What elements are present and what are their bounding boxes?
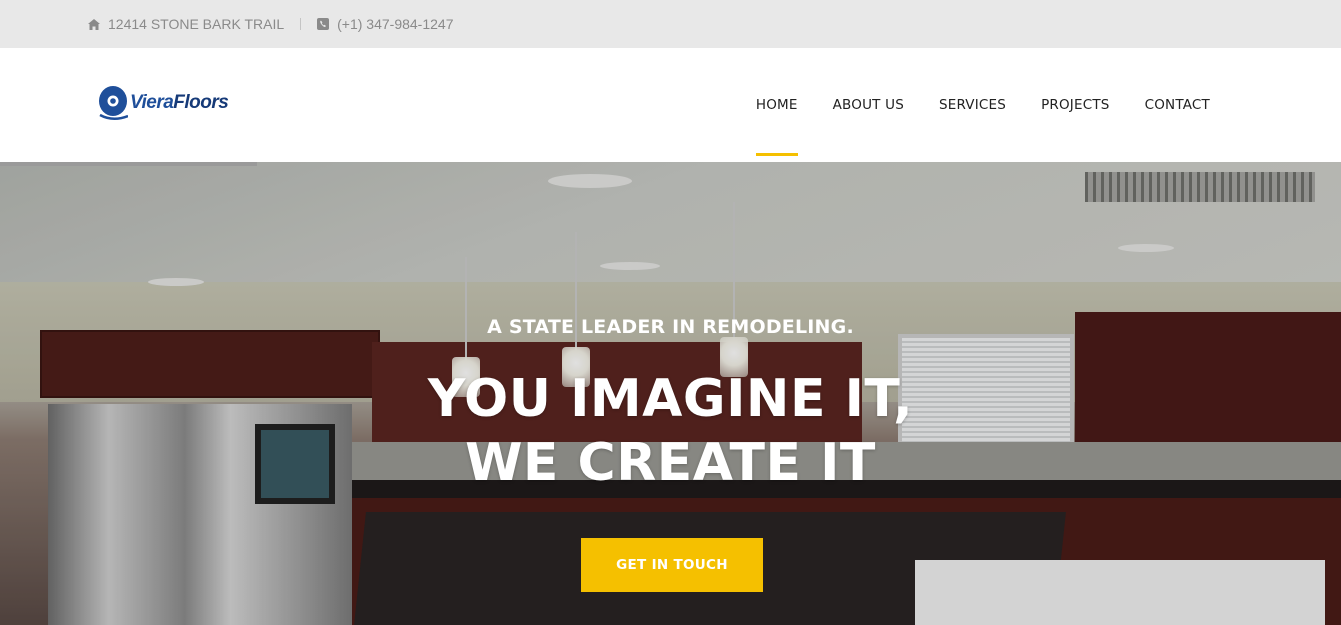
phone-item[interactable]: (+1) 347-984-1247: [317, 16, 454, 32]
hero-headline-line2: WE CREATE IT: [465, 433, 876, 493]
site-header: VieraFloors HOME ABOUT US SERVICES PROJE…: [0, 48, 1341, 162]
logo-text-floors: Floors: [173, 92, 229, 113]
hero-content: A STATE LEADER IN REMODELING. YOU IMAGIN…: [0, 162, 1341, 625]
home-icon: [88, 18, 100, 30]
nav-item-projects[interactable]: PROJECTS: [1041, 48, 1110, 162]
hero-tagline: A STATE LEADER IN REMODELING.: [487, 316, 854, 338]
phone-icon: [317, 18, 330, 30]
top-info-bar: 12414 STONE BARK TRAIL (+1) 347-984-1247: [0, 0, 1341, 48]
hero-headline-line1: YOU IMAGINE IT,: [427, 369, 914, 429]
logo-text: VieraFloors: [130, 92, 229, 114]
nav-item-home[interactable]: HOME: [755, 48, 798, 162]
divider: [300, 18, 302, 30]
nav-item-about-us[interactable]: ABOUT US: [833, 48, 904, 162]
nav-item-services[interactable]: SERVICES: [939, 48, 1006, 162]
nav-item-contact[interactable]: CONTACT: [1145, 48, 1210, 162]
logo-text-viera: Viera: [130, 92, 174, 113]
address-item: 12414 STONE BARK TRAIL: [88, 16, 284, 32]
hero-headline: YOU IMAGINE IT, WE CREATE IT: [0, 367, 1341, 495]
site-logo[interactable]: VieraFloors: [98, 83, 229, 123]
phone-text[interactable]: (+1) 347-984-1247: [337, 16, 453, 32]
hero-banner: A STATE LEADER IN REMODELING. YOU IMAGIN…: [0, 162, 1341, 625]
address-text: 12414 STONE BARK TRAIL: [108, 16, 285, 32]
main-nav: HOME ABOUT US SERVICES PROJECTS CONTACT: [755, 48, 1210, 162]
get-in-touch-button[interactable]: GET IN TOUCH: [581, 538, 763, 592]
logo-mark-icon: [99, 86, 128, 120]
